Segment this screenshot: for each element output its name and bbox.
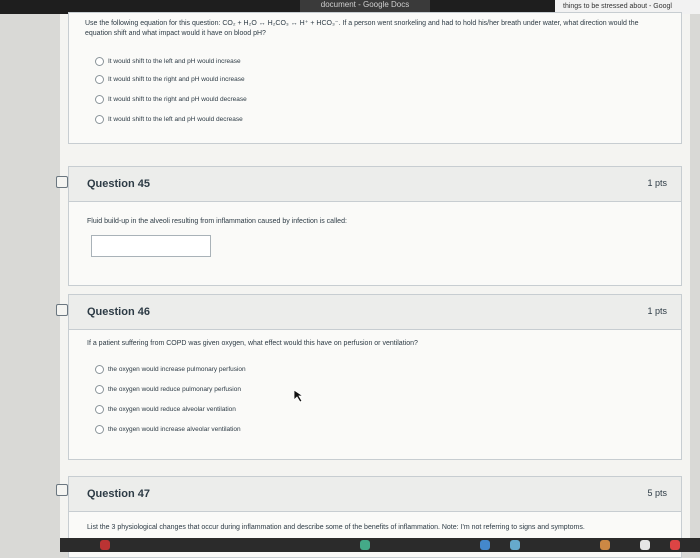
app-icon[interactable]: [510, 540, 520, 550]
flag-question-icon[interactable]: [56, 176, 68, 188]
answer-option[interactable]: the oxygen would increase alveolar venti…: [95, 425, 241, 434]
question-45-prompt: Fluid build-up in the alveoli resulting …: [87, 218, 347, 225]
radio-button[interactable]: [95, 425, 104, 434]
flag-question-icon[interactable]: [56, 304, 68, 316]
radio-button[interactable]: [95, 57, 104, 66]
app-icon[interactable]: [360, 540, 370, 550]
question-title: Question 47: [87, 488, 150, 500]
app-icon[interactable]: [670, 540, 680, 550]
app-icon[interactable]: [100, 540, 110, 550]
radio-button[interactable]: [95, 385, 104, 394]
radio-button[interactable]: [95, 405, 104, 414]
taskbar: [60, 538, 700, 552]
answer-input[interactable]: [91, 235, 211, 257]
question-44-card: Use the following equation for this ques…: [68, 12, 682, 144]
question-points: 5 pts: [647, 488, 667, 498]
question-46-prompt: If a patient suffering from COPD was giv…: [87, 340, 418, 347]
flag-question-icon[interactable]: [56, 484, 68, 496]
mouse-cursor-icon: [294, 390, 304, 402]
quiz-page: Use the following equation for this ques…: [56, 12, 690, 558]
question-45-card: Question 45 1 pts Fluid build-up in the …: [68, 166, 682, 286]
radio-button[interactable]: [95, 115, 104, 124]
question-47-prompt: List the 3 physiological changes that oc…: [87, 524, 585, 531]
answer-option[interactable]: the oxygen would reduce pulmonary perfus…: [95, 385, 241, 394]
radio-button[interactable]: [95, 75, 104, 84]
question-45-header: Question 45 1 pts: [69, 167, 681, 202]
answer-option[interactable]: It would shift to the right and pH would…: [95, 95, 247, 104]
question-title: Question 45: [87, 178, 150, 190]
answer-option[interactable]: It would shift to the left and pH would …: [95, 115, 243, 124]
answer-option[interactable]: the oxygen would increase pulmonary perf…: [95, 365, 246, 374]
answer-option[interactable]: the oxygen would reduce alveolar ventila…: [95, 405, 236, 414]
question-46-card: Question 46 1 pts If a patient suffering…: [68, 294, 682, 460]
answer-option[interactable]: It would shift to the right and pH would…: [95, 75, 245, 84]
question-47-header: Question 47 5 pts: [69, 477, 681, 512]
answer-option[interactable]: It would shift to the left and pH would …: [95, 57, 241, 66]
radio-button[interactable]: [95, 365, 104, 374]
app-icon[interactable]: [480, 540, 490, 550]
question-44-prompt: Use the following equation for this ques…: [85, 20, 639, 37]
question-title: Question 46: [87, 306, 150, 318]
question-points: 1 pts: [647, 306, 667, 316]
question-points: 1 pts: [647, 178, 667, 188]
question-46-header: Question 46 1 pts: [69, 295, 681, 330]
radio-button[interactable]: [95, 95, 104, 104]
app-icon[interactable]: [640, 540, 650, 550]
app-icon[interactable]: [600, 540, 610, 550]
